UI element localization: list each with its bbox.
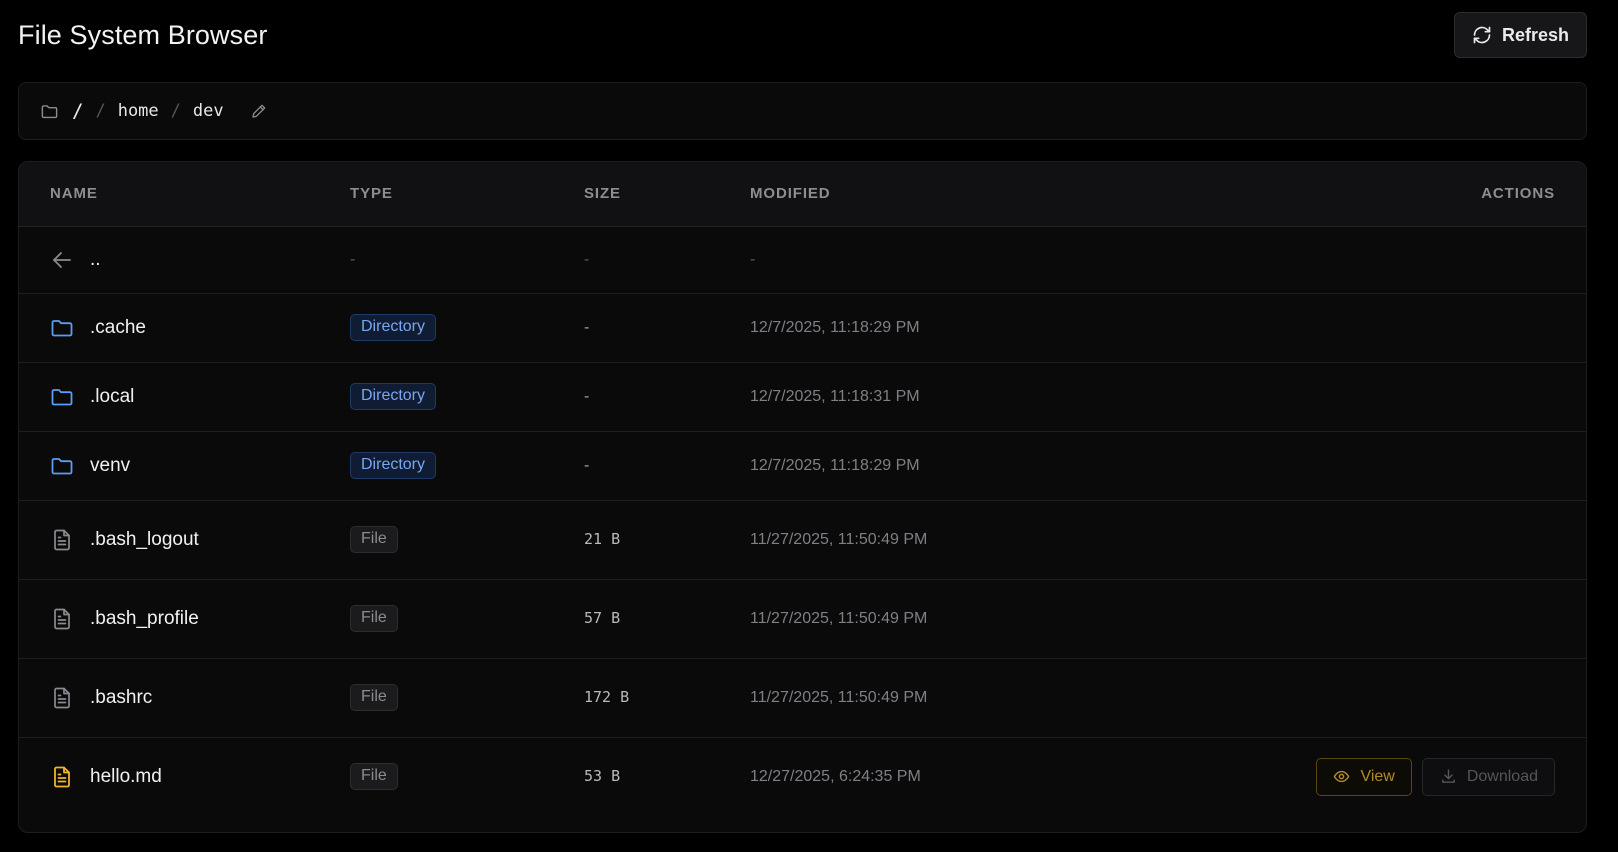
file-name[interactable]: .bash_profile (90, 608, 199, 630)
view-button-label: View (1360, 767, 1395, 785)
download-button-label: Download (1466, 767, 1538, 785)
file-text-icon (50, 607, 74, 631)
table-row[interactable]: hello.md File 53 B 12/27/2025, 6:24:35 P… (19, 737, 1586, 816)
table-row[interactable]: .cache Directory - 12/7/2025, 11:18:29 P… (19, 293, 1586, 363)
header: File System Browser Refresh (18, 0, 1587, 70)
file-modified: 11/27/2025, 11:50:49 PM (750, 530, 928, 548)
file-name[interactable]: .cache (90, 317, 146, 339)
file-name[interactable]: .bash_logout (90, 529, 199, 551)
file-modified: 12/7/2025, 11:18:31 PM (750, 387, 920, 405)
breadcrumb-segment-dev[interactable]: dev (193, 101, 224, 121)
file-size: - (584, 387, 590, 405)
table-row[interactable]: .bashrc File 172 B 11/27/2025, 11:50:49 … (19, 658, 1586, 738)
type-badge: Directory (350, 314, 437, 341)
file-modified: - (750, 250, 756, 268)
file-browser-app: File System Browser Refresh / / home / d… (0, 0, 1618, 852)
file-name[interactable]: .bashrc (90, 687, 152, 709)
refresh-icon (1473, 26, 1491, 44)
table-header-row: NAME TYPE SIZE MODIFIED ACTIONS (19, 162, 1586, 227)
page-title: File System Browser (18, 19, 268, 50)
type-badge: Directory (350, 452, 437, 479)
file-name[interactable]: hello.md (90, 766, 162, 788)
file-modified: 12/7/2025, 11:18:29 PM (750, 456, 920, 474)
refresh-button-label: Refresh (1501, 24, 1569, 45)
download-icon (1441, 769, 1455, 784)
table-row[interactable]: venv Directory - 12/7/2025, 11:18:29 PM (19, 431, 1586, 501)
file-text-icon (50, 765, 74, 789)
file-size: 21 B (584, 530, 621, 548)
file-modified: 11/27/2025, 11:50:49 PM (750, 688, 928, 706)
breadcrumb-root[interactable]: / (72, 100, 83, 122)
file-type: - (350, 250, 356, 268)
column-header-type: TYPE (350, 162, 584, 227)
type-badge: File (350, 605, 398, 632)
download-button[interactable]: Download (1421, 757, 1555, 796)
file-name[interactable]: venv (90, 455, 130, 477)
file-modified: 12/7/2025, 11:18:29 PM (750, 318, 920, 336)
folder-icon (50, 454, 74, 478)
file-size: 57 B (584, 609, 621, 627)
folder-icon (50, 385, 74, 409)
column-header-actions: ACTIONS (1170, 162, 1586, 227)
file-name[interactable]: .local (90, 386, 134, 408)
file-size: - (584, 250, 590, 268)
view-button[interactable]: View (1316, 757, 1412, 796)
breadcrumb-segment-home[interactable]: home (118, 101, 159, 121)
arrow-left-icon (50, 248, 74, 272)
breadcrumb-separator: / (95, 101, 106, 121)
table-row[interactable]: .bash_logout File 21 B 11/27/2025, 11:50… (19, 500, 1586, 580)
breadcrumb: / / home / dev (18, 82, 1587, 140)
column-header-size: SIZE (584, 162, 750, 227)
type-badge: File (350, 526, 398, 553)
file-modified: 11/27/2025, 11:50:49 PM (750, 609, 928, 627)
folder-icon (40, 102, 59, 121)
row-actions: View Download (1316, 757, 1555, 796)
type-badge: Directory (350, 383, 437, 410)
breadcrumb-separator: / (170, 101, 181, 121)
eye-icon (1334, 771, 1350, 783)
parent-directory-row[interactable]: .. - - - (19, 226, 1586, 294)
column-header-modified: MODIFIED (750, 162, 1170, 227)
column-header-name: NAME (19, 162, 350, 227)
type-badge: File (350, 684, 398, 711)
file-size: 172 B (584, 688, 630, 706)
table-row[interactable]: .local Directory - 12/7/2025, 11:18:31 P… (19, 362, 1586, 432)
file-text-icon (50, 528, 74, 552)
file-size: - (584, 456, 590, 474)
table-row[interactable]: .bash_profile File 57 B 11/27/2025, 11:5… (19, 579, 1586, 659)
type-badge: File (350, 763, 398, 791)
file-table: NAME TYPE SIZE MODIFIED ACTIONS .. - - -… (19, 162, 1586, 816)
file-table-card: NAME TYPE SIZE MODIFIED ACTIONS .. - - -… (18, 161, 1587, 833)
file-text-icon (50, 686, 74, 710)
file-modified: 12/27/2025, 6:24:35 PM (750, 767, 921, 785)
file-size: - (584, 318, 590, 336)
file-size: 53 B (584, 767, 621, 786)
file-name: .. (90, 248, 101, 270)
pencil-icon[interactable] (251, 103, 267, 119)
folder-icon (50, 316, 74, 340)
refresh-button[interactable]: Refresh (1453, 12, 1587, 58)
